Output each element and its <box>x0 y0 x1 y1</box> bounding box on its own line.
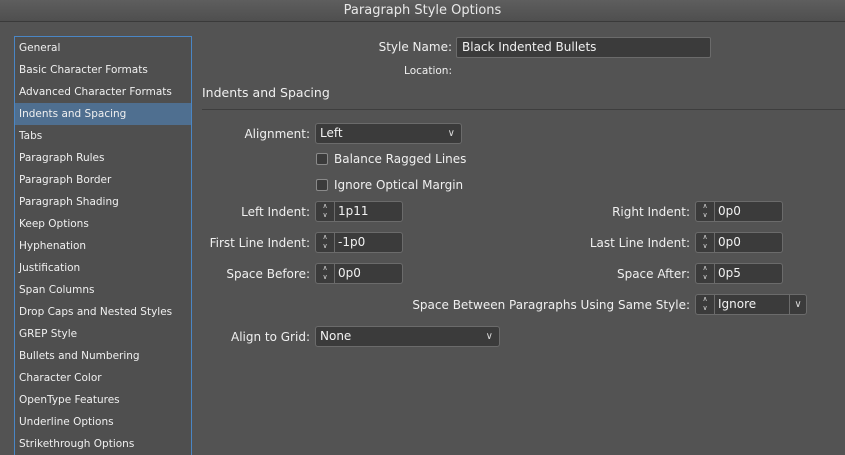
style-name-label: Style Name: <box>378 40 452 54</box>
sidebar-item-justification[interactable]: Justification <box>15 257 191 279</box>
last-line-indent-stepper[interactable]: ∧ ∨ 0p0 <box>695 232 783 253</box>
sidebar-item-underline-options[interactable]: Underline Options <box>15 411 191 433</box>
sidebar-item-drop-caps-and-nested-styles[interactable]: Drop Caps and Nested Styles <box>15 301 191 323</box>
sidebar-item-grep-style[interactable]: GREP Style <box>15 323 191 345</box>
sidebar-item-paragraph-shading[interactable]: Paragraph Shading <box>15 191 191 213</box>
right-indent-label: Right Indent: <box>612 205 690 219</box>
balance-ragged-lines-label: Balance Ragged Lines <box>334 152 467 166</box>
sidebar-item-strikethrough-options[interactable]: Strikethrough Options <box>15 433 191 455</box>
align-to-grid-dropdown[interactable]: None ∨ <box>315 326 500 347</box>
first-line-indent-stepper[interactable]: ∧ ∨ -1p0 <box>315 232 403 253</box>
stepper-arrows-icon[interactable]: ∧ ∨ <box>316 202 335 221</box>
space-after-value[interactable]: 0p5 <box>718 264 741 283</box>
right-indent-value[interactable]: 0p0 <box>718 202 741 221</box>
space-after-label: Space After: <box>616 267 690 281</box>
stepper-arrows-icon[interactable]: ∧ ∨ <box>696 295 715 314</box>
chevron-down-icon[interactable]: ∨ <box>789 295 806 314</box>
stepper-arrows-icon[interactable]: ∧ ∨ <box>696 202 715 221</box>
sidebar-item-general[interactable]: General <box>15 37 191 59</box>
space-between-combo[interactable]: ∧ ∨ Ignore ∨ <box>695 294 807 315</box>
align-to-grid-label: Align to Grid: <box>230 330 310 344</box>
first-line-indent-value[interactable]: -1p0 <box>338 233 365 252</box>
sidebar-item-hyphenation[interactable]: Hyphenation <box>15 235 191 257</box>
space-between-value[interactable]: Ignore <box>718 295 756 314</box>
first-line-indent-label: First Line Indent: <box>209 236 310 250</box>
space-after-stepper[interactable]: ∧ ∨ 0p5 <box>695 263 783 284</box>
stepper-arrows-icon[interactable]: ∧ ∨ <box>696 264 715 283</box>
ignore-optical-margin-checkbox[interactable] <box>316 179 328 191</box>
sidebar: General Basic Character Formats Advanced C… <box>14 36 192 455</box>
right-indent-stepper[interactable]: ∧ ∨ 0p0 <box>695 201 783 222</box>
section-divider <box>202 109 845 110</box>
sidebar-item-tabs[interactable]: Tabs <box>15 125 191 147</box>
space-between-label: Space Between Paragraphs Using Same Styl… <box>412 298 690 312</box>
section-title: Indents and Spacing <box>202 85 330 100</box>
sidebar-item-character-color[interactable]: Character Color <box>15 367 191 389</box>
left-indent-value[interactable]: 1p11 <box>338 202 369 221</box>
left-indent-stepper[interactable]: ∧ ∨ 1p11 <box>315 201 403 222</box>
window-title: Paragraph Style Options <box>0 0 845 22</box>
location-label: Location: <box>404 65 452 77</box>
sidebar-item-indents-and-spacing[interactable]: Indents and Spacing <box>15 103 191 125</box>
alignment-label: Alignment: <box>244 127 310 141</box>
space-before-value[interactable]: 0p0 <box>338 264 361 283</box>
sidebar-item-span-columns[interactable]: Span Columns <box>15 279 191 301</box>
sidebar-item-basic-character-formats[interactable]: Basic Character Formats <box>15 59 191 81</box>
left-indent-label: Left Indent: <box>241 205 310 219</box>
sidebar-item-keep-options[interactable]: Keep Options <box>15 213 191 235</box>
alignment-dropdown[interactable]: Left ∨ <box>315 123 462 144</box>
stepper-arrows-icon[interactable]: ∧ ∨ <box>316 264 335 283</box>
last-line-indent-label: Last Line Indent: <box>589 236 690 250</box>
sidebar-item-paragraph-border[interactable]: Paragraph Border <box>15 169 191 191</box>
ignore-optical-margin-label: Ignore Optical Margin <box>334 178 464 192</box>
chevron-down-icon: ∨ <box>485 331 493 342</box>
space-before-label: Space Before: <box>226 267 310 281</box>
sidebar-item-bullets-and-numbering[interactable]: Bullets and Numbering <box>15 345 191 367</box>
last-line-indent-value[interactable]: 0p0 <box>718 233 741 252</box>
stepper-arrows-icon[interactable]: ∧ ∨ <box>316 233 335 252</box>
chevron-down-icon: ∨ <box>447 128 455 139</box>
style-name-input[interactable]: Black Indented Bullets <box>456 37 711 58</box>
sidebar-item-paragraph-rules[interactable]: Paragraph Rules <box>15 147 191 169</box>
balance-ragged-lines-checkbox[interactable] <box>316 153 328 165</box>
space-before-stepper[interactable]: ∧ ∨ 0p0 <box>315 263 403 284</box>
align-to-grid-value: None <box>320 329 352 343</box>
sidebar-item-opentype-features[interactable]: OpenType Features <box>15 389 191 411</box>
alignment-value: Left <box>320 126 343 140</box>
sidebar-item-advanced-character-formats[interactable]: Advanced Character Formats <box>15 81 191 103</box>
stepper-arrows-icon[interactable]: ∧ ∨ <box>696 233 715 252</box>
